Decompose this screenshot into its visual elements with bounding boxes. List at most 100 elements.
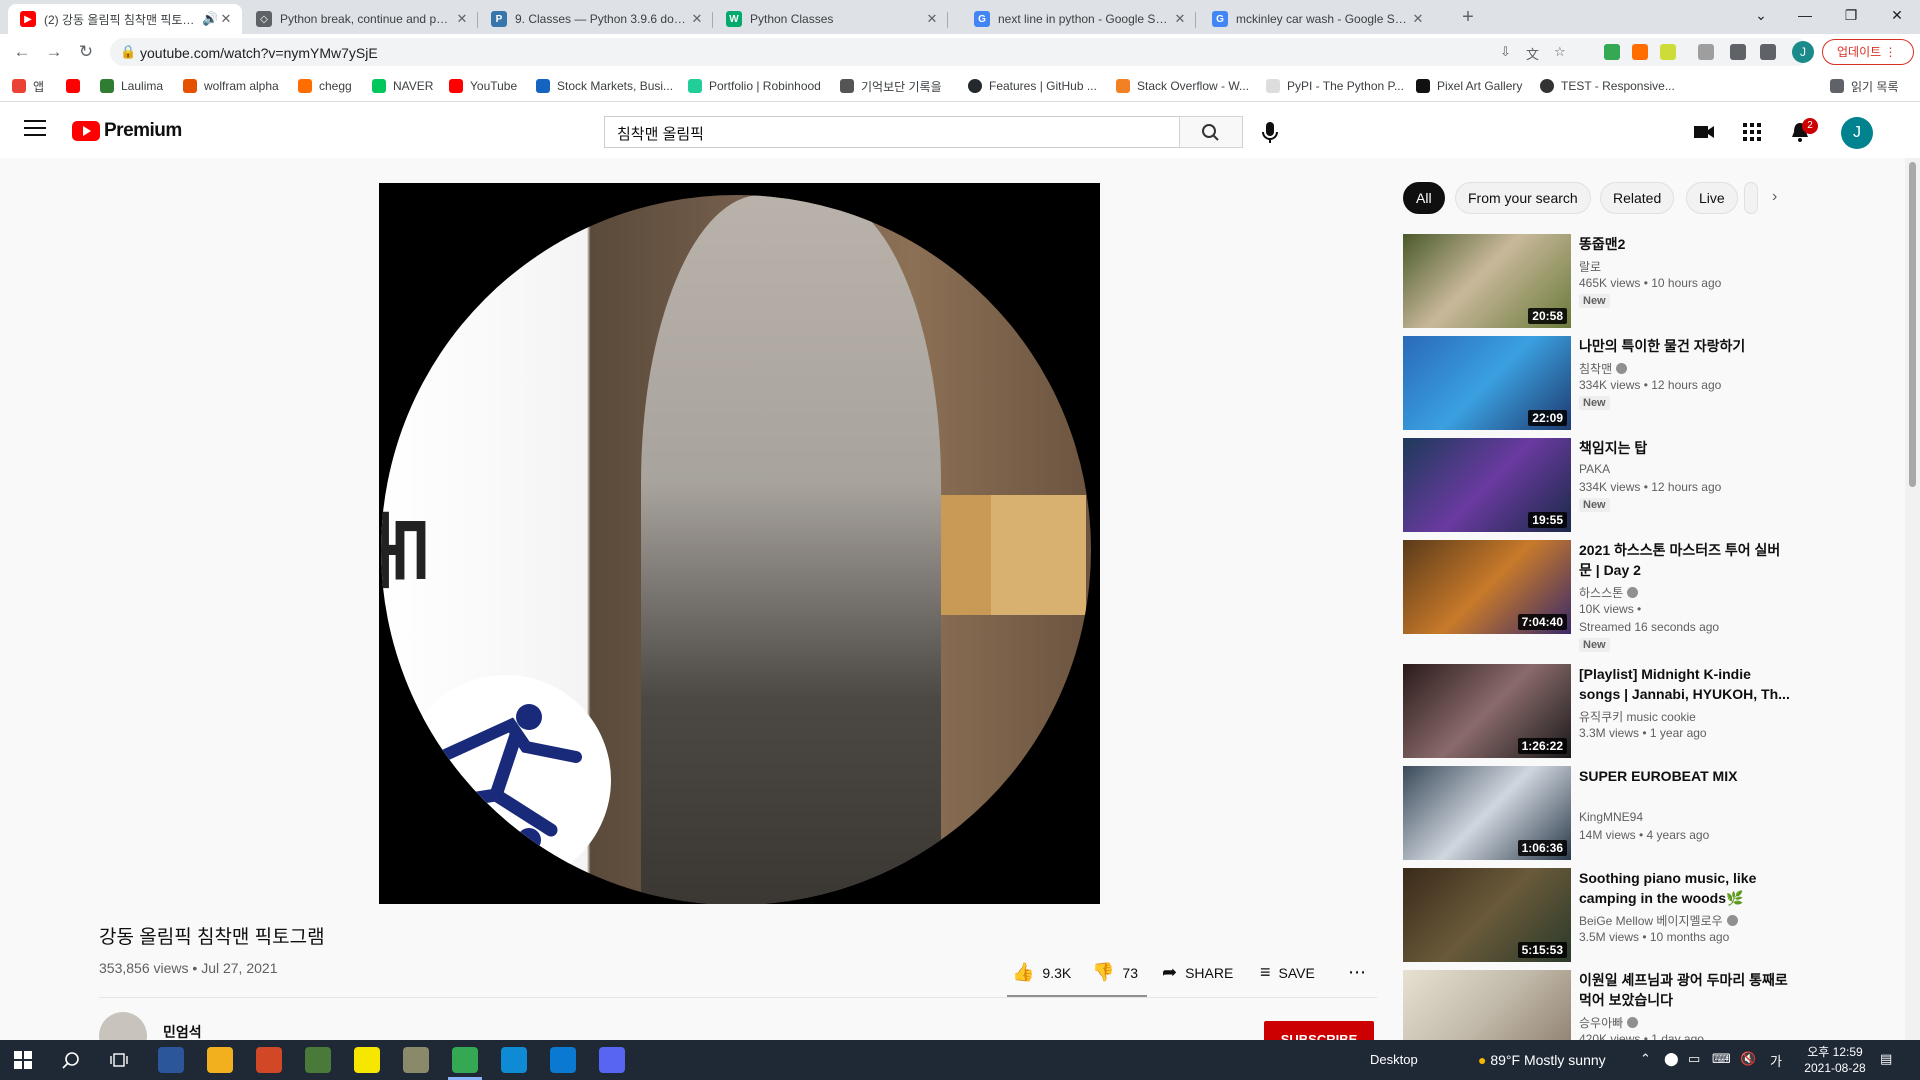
video-thumbnail[interactable]: 22:09 [1403,336,1571,430]
close-tab-icon[interactable]: ✕ [1172,11,1188,27]
video-thumbnail[interactable]: 1:26:22 [1403,664,1571,758]
volume-icon[interactable]: 🔇 [1740,1051,1756,1067]
recommendation-title[interactable]: 2021 하스스톤 마스터즈 투어 실버문 | Day 2 [1579,540,1791,580]
extension-icon[interactable] [1632,44,1648,60]
forward-button[interactable]: → [42,40,66,64]
recommendation-channel[interactable]: 랄로 [1579,258,1601,275]
powerpoint-taskbar-icon[interactable] [256,1047,282,1073]
chip-related[interactable]: Related [1600,182,1675,214]
tab-google-car-wash[interactable]: G mckinley car wash - Google Search ✕ [1200,4,1434,34]
chevron-right-icon[interactable]: › [1772,188,1777,206]
close-tab-icon[interactable]: ✕ [218,11,234,27]
bookmark-pixel-art[interactable]: Pixel Art Gallery [1416,78,1522,94]
explorer-taskbar-icon[interactable] [207,1047,233,1073]
recommendation-title[interactable]: 나만의 특이한 물건 자랑하기 [1579,336,1791,356]
discord-taskbar-icon[interactable] [599,1047,625,1073]
profile-avatar[interactable]: J [1792,41,1814,63]
chip-from-your-search[interactable]: From your search [1455,182,1591,214]
video-thumbnail[interactable]: 19:55 [1403,438,1571,532]
bookmark-stock-markets[interactable]: Stock Markets, Busi... [536,78,673,94]
search-input[interactable]: 침착맨 올림픽 [604,116,1180,148]
close-window-button[interactable]: ✕ [1874,0,1920,30]
address-bar[interactable]: 🔒 youtube.com/watch?v=nymYMw7ySjE ⇩ 文 ☆ [110,38,1810,66]
bookmark-robinhood[interactable]: Portfolio | Robinhood [688,78,821,94]
recommendation-channel[interactable]: 승우아빠 [1579,1014,1639,1031]
close-tab-icon[interactable]: ✕ [454,11,470,27]
video-thumbnail[interactable]: 20:58 [1403,234,1571,328]
app4-taskbar-icon[interactable] [305,1047,331,1073]
recommendation-card[interactable]: 20:58 똥줍맨2 랄로 465K views • 10 hours ago New [1403,234,1803,328]
video-thumbnail[interactable]: 1:06:36 [1403,766,1571,860]
recommendation-card[interactable]: 5:15:53 Soothing piano music, like campin… [1403,868,1803,962]
recommendation-title[interactable]: 똥줍맨2 [1579,234,1791,254]
apps-grid-icon[interactable] [1740,120,1764,144]
tab-search-button[interactable]: ⌄ [1738,0,1784,30]
bookmark-youtube[interactable]: YouTube [449,78,517,94]
recommendation-channel[interactable]: KingMNE94 [1579,810,1643,824]
recommendation-title[interactable]: Soothing piano music, like camping in th… [1579,868,1791,908]
edge-taskbar-icon[interactable] [501,1047,527,1073]
like-button[interactable]: 👍 9.3K [1012,962,1071,983]
create-video-icon[interactable] [1692,120,1716,144]
chip-live[interactable]: Live [1686,182,1738,214]
weather-widget[interactable]: ● 89°F Mostly sunny [1478,1052,1606,1068]
tab-python-break[interactable]: ◇ Python break, continue and pass ✕ [244,4,478,34]
video-thumbnail[interactable]: 5:15:53 [1403,868,1571,962]
network-icon[interactable]: ▭ [1688,1051,1700,1067]
tray-app-icon[interactable]: ⬤ [1664,1051,1679,1067]
extension-icon[interactable] [1660,44,1676,60]
channel-name[interactable]: 민엄석 [163,1022,202,1042]
system-clock[interactable]: 오후 12:59 2021-08-28 [1800,1044,1870,1076]
chip-all[interactable]: All [1403,182,1445,214]
more-actions-button[interactable]: ⋯ [1348,962,1374,983]
tab-google-next-line[interactable]: G next line in python - Google Search ✕ [962,4,1196,34]
scrollbar-thumb[interactable] [1909,162,1916,487]
new-tab-button[interactable]: + [1454,6,1482,30]
bookmark-youtube-icon-only[interactable] [66,78,87,94]
dislike-button[interactable]: 👎 73 [1092,962,1138,983]
task-view-icon[interactable] [110,1051,128,1069]
close-tab-icon[interactable]: ✕ [1410,11,1426,27]
windows-start-icon[interactable] [14,1051,32,1069]
tray-overflow-icon[interactable]: ⌃ [1640,1051,1651,1067]
save-button[interactable]: ≡ SAVE [1260,962,1315,983]
audio-playing-icon[interactable]: 🔊 [202,11,218,27]
recommendation-channel[interactable]: BeiGe Mellow 베이지멜로우 [1579,912,1738,929]
maximize-button[interactable]: ❐ [1828,0,1874,30]
bookmark-test-responsive[interactable]: TEST - Responsive... [1540,78,1675,94]
reading-list[interactable]: 읽기 목록 [1830,78,1899,94]
search-button[interactable] [1179,116,1243,148]
recommendation-card[interactable]: 7:04:40 2021 하스스톤 마스터즈 투어 실버문 | Day 2 하스스톤… [1403,540,1803,652]
recommendation-title[interactable]: 이원일 셰프님과 광어 두마리 통째로 먹어 보았습니다 [1579,970,1791,1010]
minimize-button[interactable]: — [1782,0,1828,30]
recommendation-channel[interactable]: 유직쿠키 music cookie [1579,708,1696,725]
youtube-logo-icon[interactable] [72,121,100,141]
video-player[interactable]: 동 [379,183,1100,904]
back-button[interactable]: ← [10,40,34,64]
search-icon[interactable] [62,1051,80,1069]
bookmark-apps[interactable]: 앱 [12,78,44,94]
install-app-icon[interactable]: ⇩ [1500,44,1511,60]
share-button[interactable]: ➦ SHARE [1162,962,1233,983]
desktop-toolbar-label[interactable]: Desktop [1370,1052,1418,1067]
bookmark-chegg[interactable]: chegg [298,78,352,94]
vscode-taskbar-icon[interactable] [550,1047,576,1073]
update-button[interactable]: 업데이트 ⋮ [1822,39,1914,65]
recommendation-channel[interactable]: 하스스톤 [1579,584,1639,601]
recommendation-channel[interactable]: PAKA [1579,462,1610,476]
recommendation-channel[interactable]: 침착맨 [1579,360,1628,377]
recommendation-card[interactable]: 22:09 나만의 특이한 물건 자랑하기 침착맨 334K views • 12 h… [1403,336,1803,430]
bookmark-github[interactable]: Features | GitHub ... [968,78,1097,94]
account-avatar[interactable]: J [1841,117,1873,149]
extension-icon[interactable] [1698,44,1714,60]
recommendation-card[interactable]: 1:06:36 SUPER EUROBEAT MIX KingMNE94 14M vi… [1403,766,1803,860]
bookmark-wolfram[interactable]: wolfram alpha [183,78,279,94]
chrome-taskbar-icon[interactable] [452,1047,478,1073]
chip-partial[interactable] [1744,182,1758,214]
close-tab-icon[interactable]: ✕ [689,11,705,27]
recommendation-title[interactable]: SUPER EUROBEAT MIX [1579,766,1791,786]
recommendation-title[interactable]: 책임지는 탑 [1579,438,1791,458]
tab-python-classes[interactable]: W Python Classes ✕ [714,4,948,34]
hamburger-menu-icon[interactable] [24,120,46,138]
voice-search-button[interactable] [1254,116,1286,148]
